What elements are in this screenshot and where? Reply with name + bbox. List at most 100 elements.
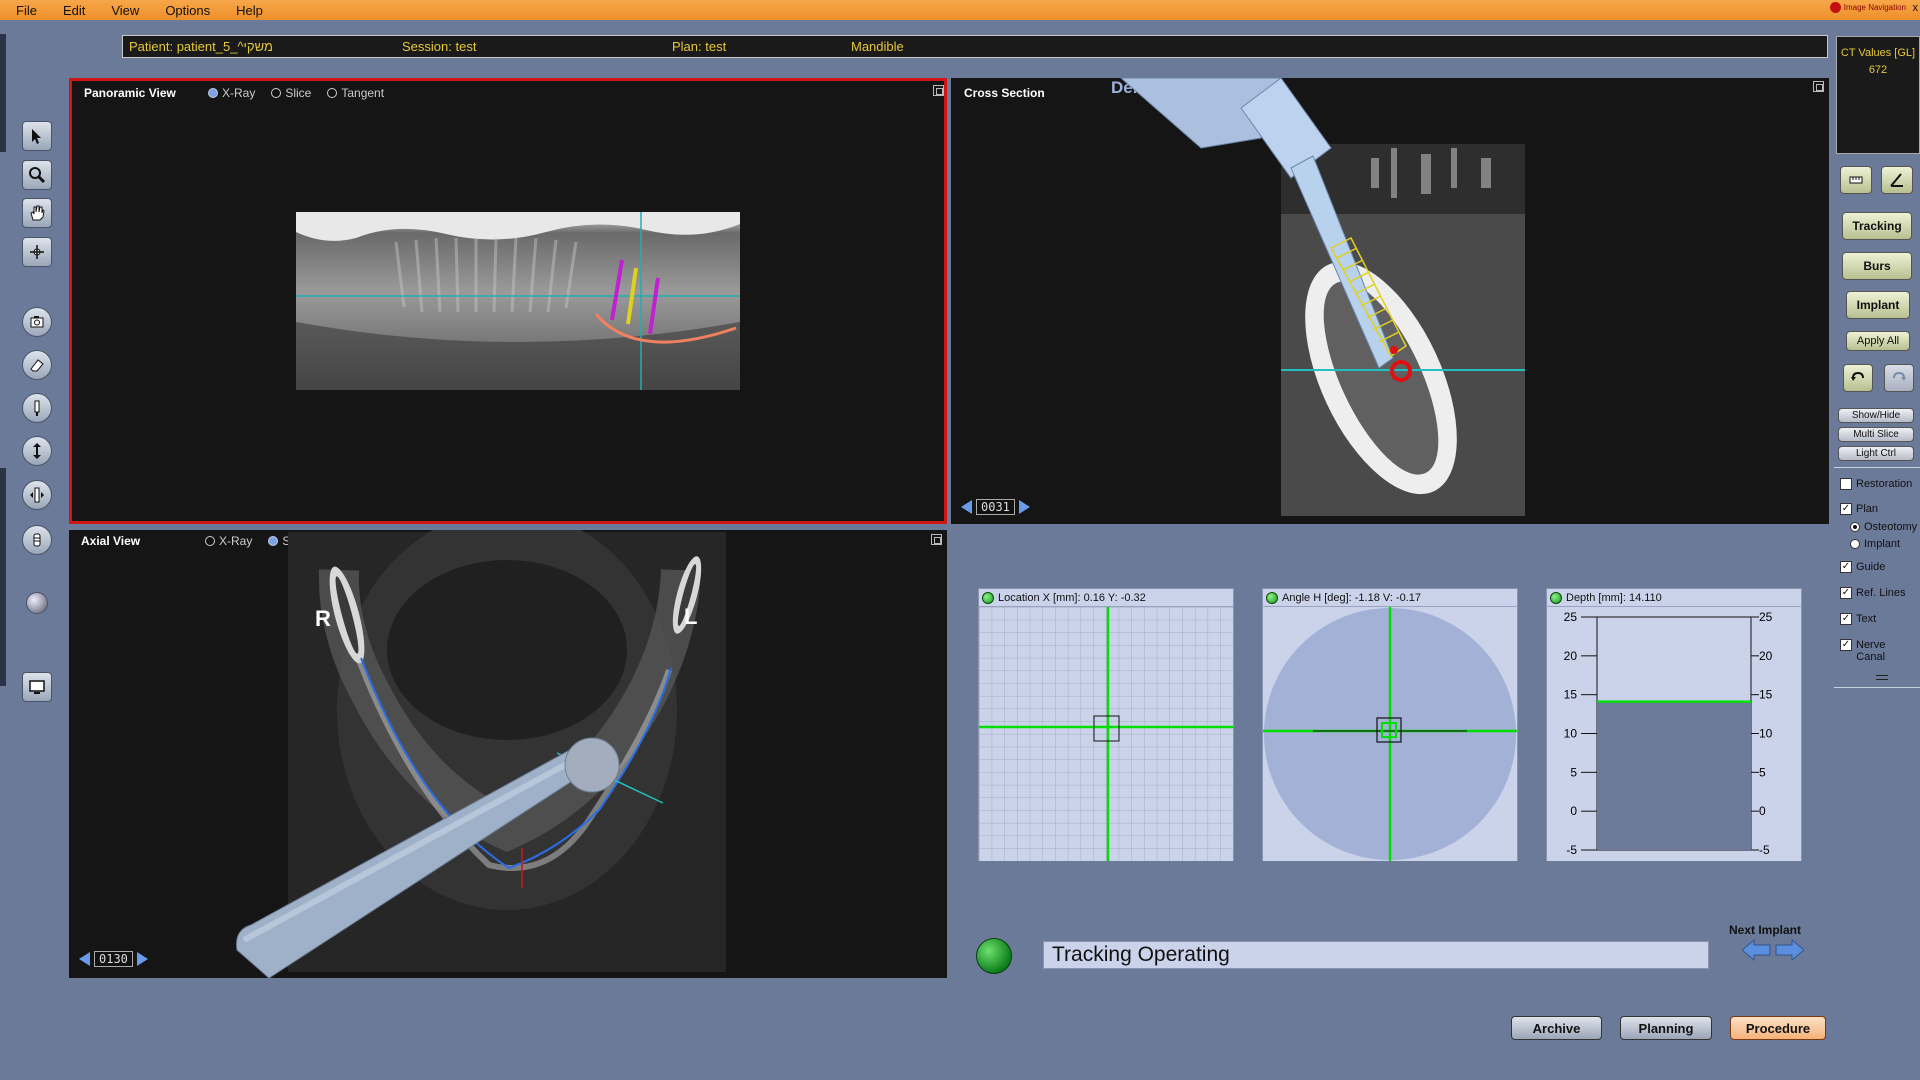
- angle-icon: [1890, 173, 1903, 187]
- checkbox-label: Plan: [1856, 503, 1879, 515]
- right-panel-divider: [1834, 687, 1920, 688]
- burs-button[interactable]: Burs: [1842, 252, 1912, 280]
- undo-button[interactable]: [1843, 364, 1873, 392]
- depth-tick-label-left: 0: [1570, 804, 1577, 818]
- region-label: Mandible: [851, 39, 904, 54]
- light-sphere-button[interactable]: [26, 592, 48, 614]
- procedure-button[interactable]: Procedure: [1730, 1016, 1826, 1040]
- checkbox-label: Nerve Canal: [1856, 639, 1885, 663]
- rotate-icon: [30, 245, 44, 259]
- prev-slice-icon[interactable]: [79, 952, 90, 966]
- eraser-button[interactable]: [22, 350, 52, 380]
- depth-tick-label-right: 5: [1759, 765, 1766, 779]
- ct-values-number: 672: [1868, 64, 1888, 76]
- menu-help[interactable]: Help: [226, 3, 273, 18]
- plan-label: Plan: test: [672, 39, 727, 54]
- multi-slice-button[interactable]: Multi Slice: [1838, 427, 1914, 442]
- restoration-checkbox[interactable]: Restoration: [1840, 478, 1912, 490]
- depth-tick-label-left: 20: [1564, 649, 1578, 663]
- angle-gauge-header: Angle H [deg]: -1.18 V: -0.17: [1263, 589, 1517, 607]
- maximize-icon[interactable]: [933, 85, 944, 96]
- depth-tick-label-right: 15: [1759, 688, 1773, 702]
- cross-slice-number: 0031: [976, 499, 1015, 515]
- next-implant-label: Next Implant: [1729, 923, 1802, 937]
- panoramic-radio-tangent[interactable]: Tangent: [327, 86, 384, 100]
- nerve-canal-checkbox[interactable]: ✓ Nerve Canal: [1840, 639, 1885, 663]
- panoramic-view[interactable]: Panoramic View X-Ray Slice Tangent: [69, 78, 947, 524]
- status-led-icon: [982, 591, 994, 604]
- planning-button[interactable]: Planning: [1620, 1016, 1712, 1040]
- osteotomy-radio[interactable]: Osteotomy: [1850, 521, 1917, 533]
- cross-section-view[interactable]: Cross Section Dental Section 0031: [951, 78, 1829, 524]
- angle-tool-button[interactable]: [1881, 166, 1913, 194]
- menu-view[interactable]: View: [101, 3, 149, 18]
- rotate-tool-button[interactable]: [22, 237, 52, 267]
- monitor-icon: [29, 680, 45, 694]
- panoramic-title: Panoramic View: [84, 86, 176, 100]
- depth-tick-label-left: -5: [1566, 843, 1577, 857]
- magnifier-icon: [29, 167, 46, 184]
- logo-text: Image Navigation: [1843, 3, 1906, 12]
- menu-options[interactable]: Options: [155, 3, 220, 18]
- pin-icon: [34, 400, 40, 416]
- screen-capture-button[interactable]: [22, 672, 52, 702]
- cross-section-image: [1120, 78, 1525, 516]
- eraser-icon: [30, 359, 44, 372]
- right-panel-divider: [1834, 467, 1920, 468]
- next-implant-icon: [1775, 939, 1804, 961]
- angle-readout: Angle H [deg]: -1.18 V: -0.17: [1282, 591, 1422, 604]
- radio-label: Slice: [285, 86, 312, 100]
- redo-button[interactable]: [1884, 364, 1914, 392]
- tracking-status-text: Tracking Operating: [1043, 941, 1709, 969]
- tracking-button[interactable]: Tracking: [1842, 212, 1912, 240]
- depth-bar-chart: 25 25 20 20 15 15 10 10 5 5 0 0 -5 -5: [1547, 607, 1801, 861]
- guide-checkbox[interactable]: ✓ Guide: [1840, 561, 1885, 573]
- session-label: Session: test: [402, 39, 477, 54]
- pan-tool-button[interactable]: [22, 198, 52, 228]
- measure-tool-button[interactable]: [22, 393, 52, 423]
- next-slice-icon[interactable]: [136, 952, 148, 966]
- right-side-marker: R: [315, 606, 331, 631]
- close-window-button[interactable]: x: [1913, 2, 1919, 14]
- status-led-icon: [1266, 591, 1278, 604]
- checkbox-label: Restoration: [1856, 478, 1913, 490]
- checkbox-label: Text: [1856, 613, 1877, 625]
- next-slice-icon[interactable]: [1018, 500, 1030, 514]
- left-side-marker: L: [684, 604, 697, 629]
- panel-grip-icon[interactable]: [1876, 675, 1888, 680]
- camera-icon: [30, 316, 44, 328]
- implant-tool-button[interactable]: [22, 525, 52, 555]
- pointer-tool-button[interactable]: [22, 121, 52, 151]
- tilt-tool-button[interactable]: [22, 480, 52, 510]
- zoom-tool-button[interactable]: [22, 160, 52, 190]
- apply-all-button[interactable]: Apply All: [1846, 331, 1910, 351]
- archive-button[interactable]: Archive: [1511, 1016, 1602, 1040]
- axial-view[interactable]: Axial View X-Ray Slice R L 0130: [69, 530, 947, 978]
- ref-lines-checkbox[interactable]: ✓ Ref. Lines: [1840, 587, 1906, 599]
- panoramic-xray-image: [296, 212, 740, 390]
- depth-tick-label-right: -5: [1759, 843, 1770, 857]
- tracking-panel: Location X [mm]: 0.16 Y: -0.32 Angle H […: [949, 528, 1829, 978]
- snapshot-button[interactable]: [22, 307, 52, 337]
- light-ctrl-button[interactable]: Light Ctrl: [1838, 446, 1914, 461]
- next-implant-arrows[interactable]: [1742, 939, 1804, 961]
- panoramic-mode-radios: X-Ray Slice Tangent: [208, 86, 384, 100]
- patient-info-bar: Patient: patient_5_^משקי Session: test P…: [122, 35, 1828, 58]
- show-hide-button[interactable]: Show/Hide: [1838, 408, 1914, 423]
- panoramic-radio-xray[interactable]: X-Ray: [208, 86, 255, 100]
- text-checkbox[interactable]: ✓ Text: [1840, 613, 1876, 625]
- depth-tick-label-left: 15: [1564, 688, 1578, 702]
- menu-file[interactable]: File: [6, 3, 47, 18]
- implant-button[interactable]: Implant: [1846, 291, 1910, 319]
- panoramic-radio-slice[interactable]: Slice: [271, 86, 311, 100]
- implant-radio[interactable]: Implant: [1850, 538, 1900, 550]
- left-edge-strip: [0, 468, 6, 686]
- menu-edit[interactable]: Edit: [53, 3, 95, 18]
- prev-slice-icon[interactable]: [961, 500, 972, 514]
- move-vertical-button[interactable]: [22, 436, 52, 466]
- depth-tick-label-right: 0: [1759, 804, 1766, 818]
- plan-checkbox[interactable]: ✓ Plan: [1840, 503, 1878, 515]
- patient-label: Patient: patient_5_^משקי: [129, 39, 273, 54]
- left-edge-strip: [0, 34, 6, 152]
- ruler-tool-button[interactable]: [1840, 166, 1872, 194]
